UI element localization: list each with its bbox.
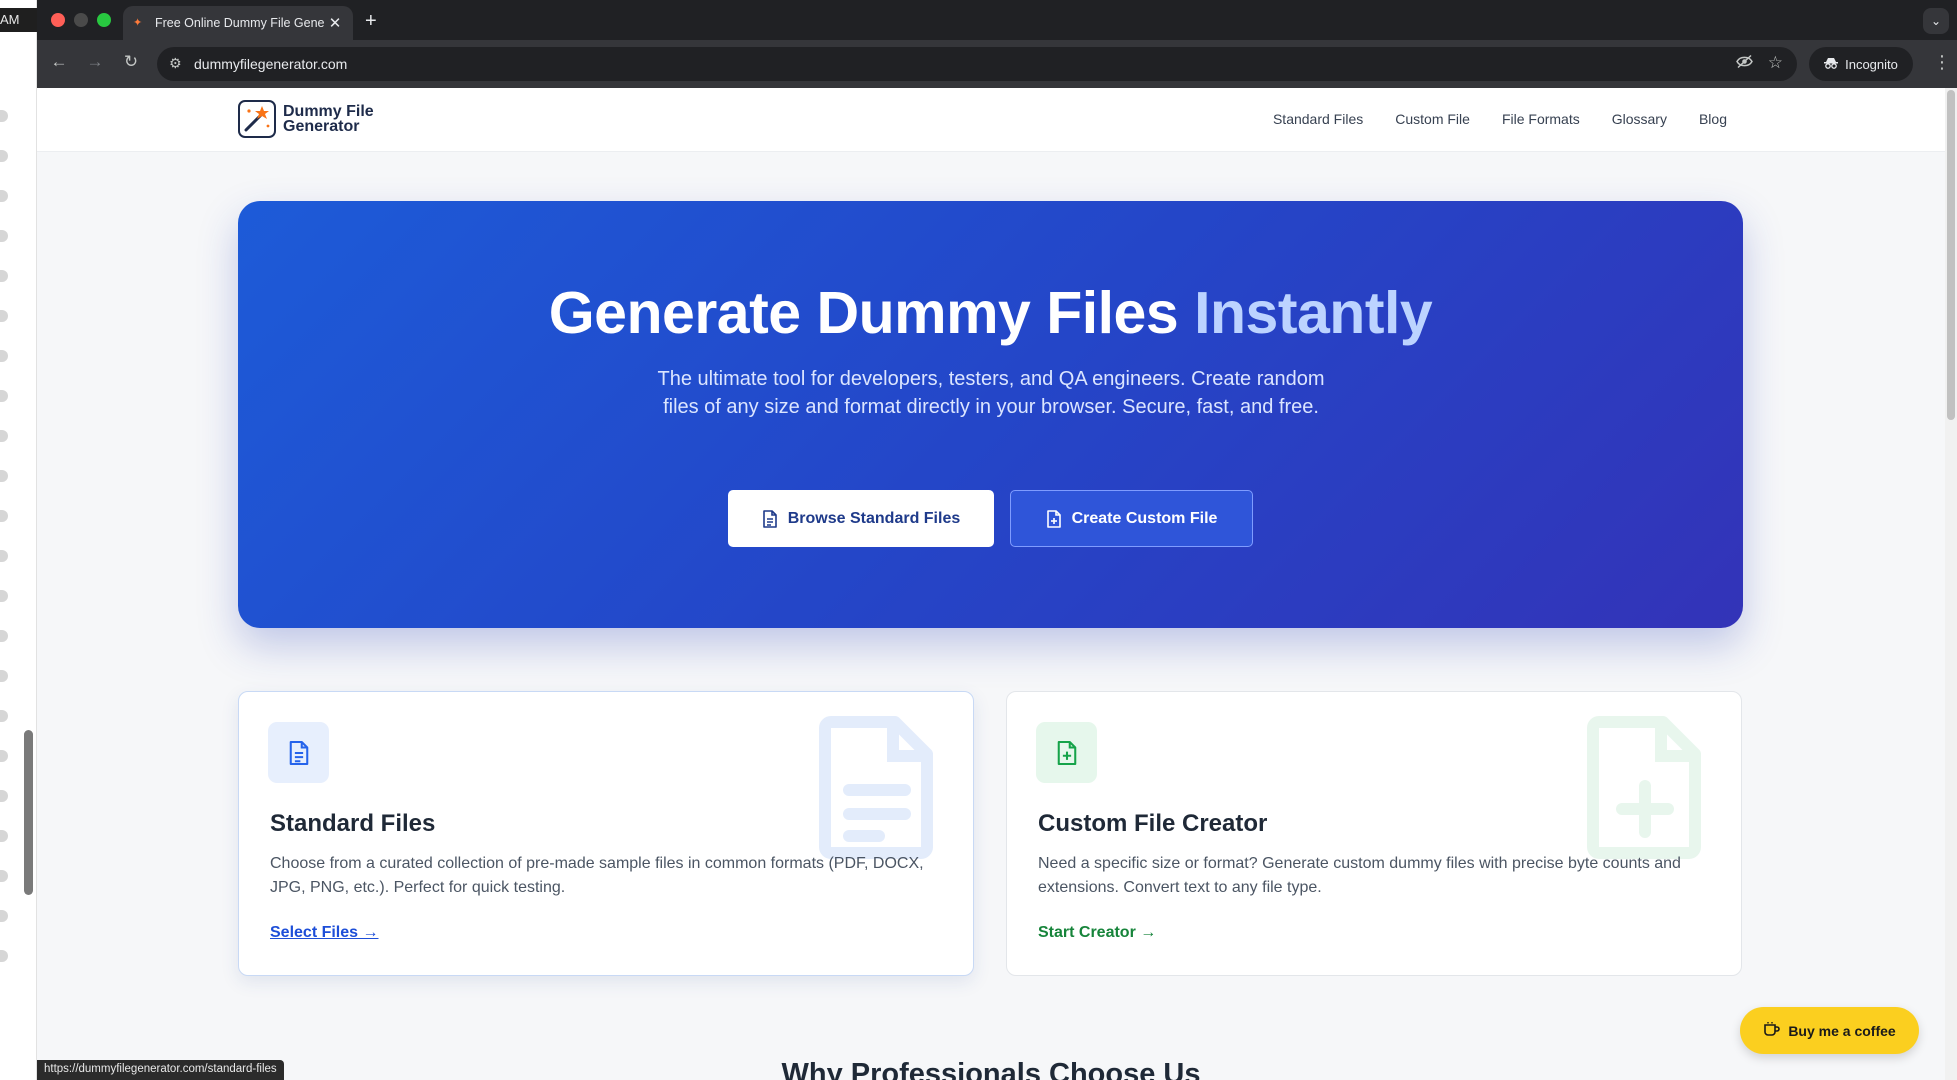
standard-files-card[interactable]: Standard Files Choose from a curated col… — [238, 691, 974, 976]
file-text-icon — [762, 509, 777, 528]
forward-arrow-icon[interactable]: → — [83, 52, 107, 72]
nav-blog[interactable]: Blog — [1699, 111, 1727, 127]
incognito-profile-button[interactable]: Incognito — [1809, 47, 1913, 81]
logo-line-1: Dummy File — [283, 103, 374, 120]
logo-line-2: Generator — [283, 118, 360, 135]
custom-file-icon-box — [1036, 722, 1097, 783]
minimize-window-button[interactable] — [74, 13, 88, 27]
select-files-link[interactable]: Select Files → — [270, 924, 379, 942]
site-logo[interactable]: Dummy File Generator — [238, 100, 374, 138]
maximize-window-button[interactable] — [97, 13, 111, 27]
menu-bar-time-fragment: AM — [0, 8, 37, 32]
browser-menu-kebab-icon[interactable]: ⋮ — [1933, 52, 1951, 73]
buy-me-a-coffee-label: Buy me a coffee — [1788, 1022, 1896, 1039]
main-nav: Standard Files Custom File File Formats … — [1273, 111, 1727, 127]
site-favicon-icon: ✦ — [133, 17, 143, 29]
incognito-label: Incognito — [1845, 56, 1898, 72]
new-tab-button[interactable]: + — [365, 10, 377, 33]
browser-toolbar: ← → ↻ ⚙ dummyfilegenerator.com ☆ Incogni… — [37, 40, 1957, 88]
back-arrow-icon[interactable]: ← — [47, 52, 71, 72]
logo-wordmark: Dummy File Generator — [283, 103, 374, 135]
create-custom-file-button[interactable]: Create Custom File — [1010, 490, 1253, 547]
nav-glossary[interactable]: Glossary — [1612, 111, 1667, 127]
tracking-protection-eye-icon[interactable] — [1736, 54, 1753, 73]
standard-files-description: Choose from a curated collection of pre-… — [270, 855, 924, 896]
why-professionals-heading: Why Professionals Choose Us — [781, 1058, 1201, 1080]
browser-chrome: ✦ Free Online Dummy File Gene ✕ + ⌄ ← → … — [37, 0, 1957, 88]
custom-file-creator-description: Need a specific size or format? Generate… — [1038, 855, 1681, 896]
browser-tab-active[interactable]: ✦ Free Online Dummy File Gene ✕ — [123, 6, 353, 40]
window-controls — [51, 13, 111, 27]
close-window-button[interactable] — [51, 13, 65, 27]
hero-subtitle: The ultimate tool for developers, tester… — [657, 368, 1325, 418]
hero-title-main: Generate Dummy Files — [548, 280, 1195, 346]
custom-file-creator-title: Custom File Creator — [1038, 810, 1268, 837]
hero-actions: Browse Standard Files Create Custom File — [238, 490, 1743, 547]
background-window-strip: AM — [0, 0, 37, 1080]
standard-files-icon-box — [268, 722, 329, 783]
tab-close-icon[interactable]: ✕ — [327, 14, 343, 32]
nav-custom-file[interactable]: Custom File — [1395, 111, 1470, 127]
hero-banner: Generate Dummy Files Instantly The ultim… — [238, 201, 1743, 628]
web-page: Dummy File Generator Standard Files Cust… — [37, 88, 1945, 1080]
page-scrollbar-thumb[interactable] — [1947, 90, 1955, 420]
address-bar[interactable]: ⚙ dummyfilegenerator.com ☆ — [157, 47, 1797, 81]
custom-file-creator-card[interactable]: Custom File Creator Need a specific size… — [1006, 691, 1742, 976]
file-text-icon — [289, 740, 308, 765]
buy-me-a-coffee-button[interactable]: Buy me a coffee — [1740, 1007, 1919, 1054]
file-plus-icon — [1046, 509, 1061, 528]
page-scrollbar[interactable] — [1945, 88, 1957, 1080]
nav-standard-files[interactable]: Standard Files — [1273, 111, 1363, 127]
coffee-cup-icon — [1763, 1021, 1781, 1040]
browse-standard-files-label: Browse Standard Files — [787, 509, 961, 527]
standard-files-title: Standard Files — [270, 810, 436, 837]
tab-title: Free Online Dummy File Gene — [155, 16, 325, 30]
bookmark-star-icon[interactable]: ☆ — [1768, 53, 1783, 73]
hero-title-accent: Instantly — [1194, 280, 1433, 346]
site-header: Dummy File Generator Standard Files Cust… — [37, 88, 1945, 152]
address-bar-url[interactable]: dummyfilegenerator.com — [194, 56, 347, 72]
logo-wand-icon — [238, 100, 276, 138]
incognito-icon — [1824, 57, 1839, 72]
reload-icon[interactable]: ↻ — [119, 52, 143, 72]
tab-search-chevron-icon[interactable]: ⌄ — [1923, 8, 1949, 34]
link-hover-status-url: https://dummyfilegenerator.com/standard-… — [37, 1060, 284, 1080]
nav-file-formats[interactable]: File Formats — [1502, 111, 1580, 127]
start-creator-link[interactable]: Start Creator → — [1038, 924, 1156, 942]
hero-title: Generate Dummy Files Instantly — [238, 279, 1743, 347]
site-settings-icon[interactable]: ⚙ — [169, 55, 182, 72]
file-text-watermark-icon — [819, 716, 933, 859]
file-plus-icon — [1057, 740, 1076, 765]
file-plus-watermark-icon — [1587, 716, 1701, 859]
create-custom-file-label: Create Custom File — [1071, 509, 1218, 527]
browse-standard-files-button[interactable]: Browse Standard Files — [728, 490, 994, 547]
strip-scrollbar-thumb[interactable] — [24, 730, 33, 895]
